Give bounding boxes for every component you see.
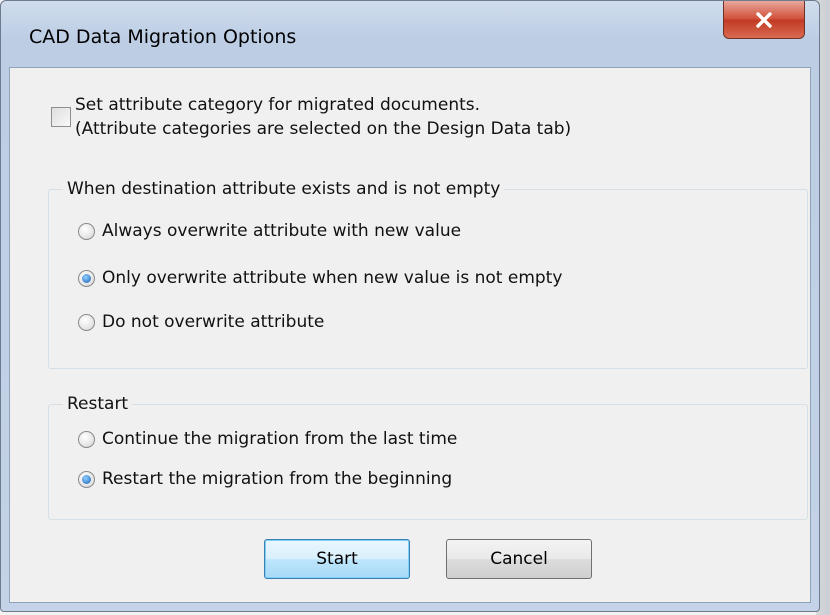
- radio-button[interactable]: [78, 430, 95, 448]
- radio-continue-migration[interactable]: Continue the migration from the last tim…: [78, 429, 457, 449]
- radio-label: Only overwrite attribute when new value …: [102, 268, 563, 288]
- radio-button-selected[interactable]: [78, 269, 95, 287]
- radio-label: Do not overwrite attribute: [102, 312, 325, 332]
- restart-groupbox: Restart: [48, 392, 808, 520]
- dialog-client-area: Set attribute category for migrated docu…: [9, 67, 811, 603]
- radio-button-selected[interactable]: [78, 470, 95, 488]
- window-title: CAD Data Migration Options: [29, 26, 297, 48]
- radio-overwrite-not-empty[interactable]: Only overwrite attribute when new value …: [78, 268, 562, 288]
- overwrite-group-legend: When destination attribute exists and is…: [63, 177, 505, 201]
- start-button[interactable]: Start: [264, 539, 410, 579]
- close-icon: [755, 11, 773, 28]
- radio-button[interactable]: [78, 222, 95, 240]
- attribute-category-checkbox[interactable]: [51, 107, 71, 127]
- radio-button[interactable]: [78, 313, 95, 331]
- radio-label: Continue the migration from the last tim…: [102, 429, 458, 449]
- checkbox-label-line1: Set attribute category for migrated docu…: [75, 95, 481, 115]
- close-button[interactable]: [723, 1, 805, 39]
- radio-label: Always overwrite attribute with new valu…: [102, 221, 462, 241]
- attribute-category-label: Set attribute category for migrated docu…: [75, 93, 571, 141]
- title-bar[interactable]: CAD Data Migration Options: [1, 1, 819, 67]
- radio-always-overwrite[interactable]: Always overwrite attribute with new valu…: [78, 221, 461, 241]
- radio-restart-migration[interactable]: Restart the migration from the beginning: [78, 469, 452, 489]
- dialog-window: CAD Data Migration Options Set attribute…: [0, 0, 820, 612]
- cancel-button[interactable]: Cancel: [446, 539, 592, 579]
- radio-label: Restart the migration from the beginning: [102, 469, 453, 489]
- restart-group-legend: Restart: [63, 392, 133, 416]
- radio-do-not-overwrite[interactable]: Do not overwrite attribute: [78, 312, 324, 332]
- checkbox-label-line2: (Attribute categories are selected on th…: [75, 119, 572, 139]
- attribute-category-option[interactable]: Set attribute category for migrated docu…: [51, 93, 571, 141]
